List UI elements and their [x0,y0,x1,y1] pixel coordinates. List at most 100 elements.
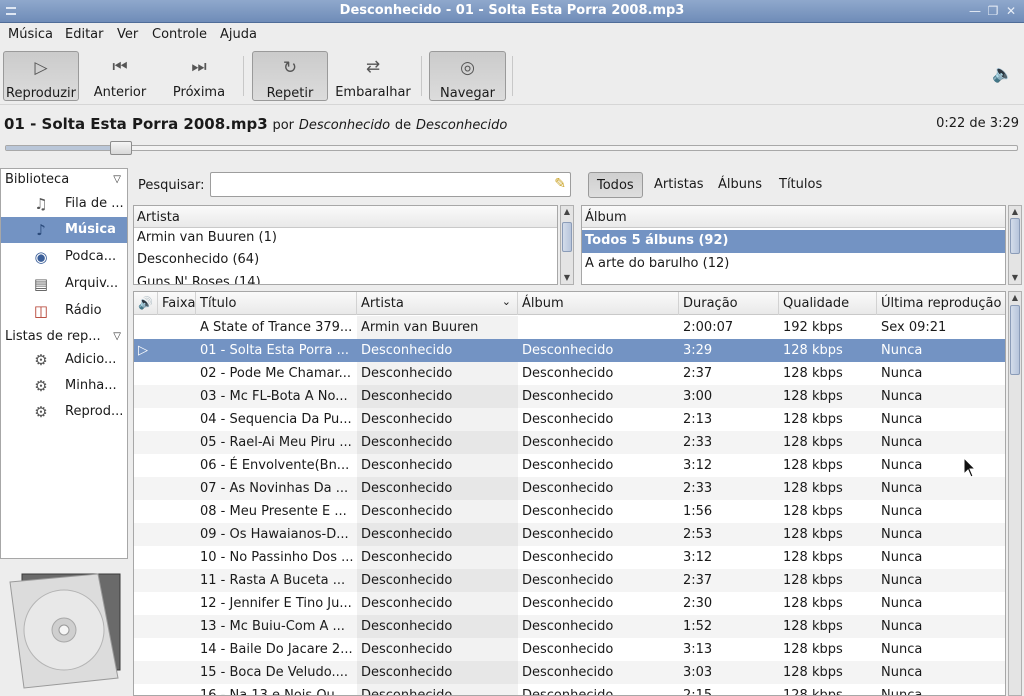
album-row[interactable]: Todos 5 álbuns (92) [582,230,1005,253]
play-button[interactable]: ▷ Reproduzir [3,51,79,101]
playing-indicator-cell [134,546,158,569]
album-row[interactable]: A arte do barulho (12) [582,253,1005,276]
track-row[interactable]: 04 - Sequencia Da Pu... Desconhecido Desco… [134,408,1005,431]
scroll-up-icon[interactable]: ▲ [1009,292,1021,304]
quality-cell: 128 kbps [783,688,843,696]
column-header-album[interactable]: Álbum [518,292,679,315]
artist-row[interactable]: Armin van Buuren (1) [134,227,557,250]
shuffle-button[interactable]: ⇄ Embaralhar [333,51,413,101]
artist-row[interactable]: Guns N' Roses (14) [134,272,557,284]
album-scrollbar[interactable]: ▲ ▼ [1008,205,1022,285]
next-button[interactable]: ⏭ Próxima [164,51,234,101]
track-row[interactable]: 11 - Rasta A Buceta ... Desconhecido Desco… [134,569,1005,592]
column-header-artist[interactable]: Artista ⌄ [357,292,518,315]
scroll-thumb[interactable] [562,222,572,252]
track-row[interactable]: 05 - Rael-Ai Meu Piru ... Desconhecido Des… [134,431,1005,454]
minimize-icon[interactable]: — [968,4,982,18]
scroll-thumb[interactable] [1010,305,1020,375]
sidebar-item-label: Minha... [65,378,117,393]
track-number-cell [158,454,196,477]
repeat-button[interactable]: ↻ Repetir [252,51,328,101]
duration-cell: 2:37 [683,573,713,588]
sidebar-playlist-item[interactable]: ⚙ Adicio... [1,347,127,373]
column-header-track[interactable]: Faixa [158,292,196,315]
now-playing-album: Desconhecido [415,118,508,133]
sidebar-item-music[interactable]: ♪ Música [1,217,127,243]
playing-column-header[interactable]: 🔊 [134,292,158,315]
close-icon[interactable]: ✕ [1004,4,1018,18]
column-header-title[interactable]: Título [196,292,357,315]
speaker-icon: 🔊 [138,296,153,310]
column-header-quality[interactable]: Qualidade [779,292,877,315]
scroll-down-icon[interactable]: ▼ [1009,272,1021,284]
browse-button[interactable]: ◎ Navegar [429,51,506,101]
track-number-cell [158,684,196,695]
track-row[interactable]: 16 - Na 13 e Nois Qu... Desconhecido Desco… [134,684,1005,696]
menu-musica[interactable]: Música [8,27,53,42]
filter-all[interactable]: Todos [588,172,643,198]
track-row[interactable]: 13 - Mc Buiu-Com A ... Desconhecido Descon… [134,615,1005,638]
track-row[interactable]: 03 - Mc FL-Bota A No... Desconhecido Desco… [134,385,1005,408]
search-input[interactable]: ✎ [210,172,571,197]
duration-cell: 3:13 [683,642,713,657]
track-scrollbar[interactable]: ▲ [1008,291,1022,696]
playing-indicator-cell [134,477,158,500]
scroll-up-icon[interactable]: ▲ [561,206,573,218]
music-note-icon: ♪ [36,221,46,239]
album-row[interactable]: ... [582,276,1005,284]
filter-artists[interactable]: Artistas [646,172,712,198]
duration-cell: 2:33 [683,481,713,496]
library-header[interactable]: Biblioteca [5,172,69,187]
clear-search-icon[interactable]: ✎ [554,176,566,192]
menu-ajuda[interactable]: Ajuda [220,27,257,42]
track-row[interactable]: 14 - Baile Do Jacare 2... Desconhecido Des… [134,638,1005,661]
track-row[interactable]: 02 - Pode Me Chamar... Desconhecido Descon… [134,362,1005,385]
sidebar-item-radio[interactable]: ◫ Rádio [1,298,127,324]
maximize-icon[interactable]: ❐ [986,4,1000,18]
track-row[interactable]: A State of Trance 379... Armin van Buuren… [134,316,1005,339]
volume-icon[interactable]: 🔈 [992,64,1013,84]
playlists-header[interactable]: Listas de rep... [5,329,101,344]
track-row[interactable]: 09 - Os Hawaianos-D... Desconhecido Descon… [134,523,1005,546]
artist-column-header[interactable]: Artista [134,206,557,228]
chevron-down-icon[interactable]: ▽ [113,331,121,342]
track-number-cell [158,500,196,523]
track-number-cell [158,431,196,454]
sidebar-item-podcasts[interactable]: ◉ Podca... [1,244,127,270]
track-row[interactable]: 10 - No Passinho Dos ... Desconhecido Desc… [134,546,1005,569]
track-row[interactable]: 08 - Meu Presente E ... Desconhecido Desco… [134,500,1005,523]
sidebar-item-archive[interactable]: ▤ Arquiv... [1,271,127,297]
track-row[interactable]: 07 - As Novinhas Da ... Desconhecido Desco… [134,477,1005,500]
sidebar-item-queue[interactable]: ♫ Fila de ... [1,191,127,217]
artist-row[interactable]: Desconhecido (64) [134,249,557,272]
column-header-last-played[interactable]: Última reprodução [877,292,1005,315]
sidebar-playlist-item[interactable]: ⚙ Minha... [1,373,127,399]
previous-button[interactable]: ⏮ Anterior [84,51,156,101]
seek-bar[interactable] [5,141,1018,155]
track-row[interactable]: 12 - Jennifer E Tino Ju... Desconhecido De… [134,592,1005,615]
playing-indicator-cell [134,362,158,385]
duration-cell: 2:13 [683,412,713,427]
scroll-down-icon[interactable]: ▼ [561,272,573,284]
title-cell: 13 - Mc Buiu-Com A ... [200,619,345,634]
track-row[interactable]: 15 - Boca De Veludo.... Desconhecido Desco… [134,661,1005,684]
scroll-up-icon[interactable]: ▲ [1009,206,1021,218]
menu-ver[interactable]: Ver [117,27,138,42]
seek-handle[interactable] [110,141,133,155]
menu-editar[interactable]: Editar [65,27,104,42]
playing-indicator-cell [134,500,158,523]
scroll-thumb[interactable] [1010,218,1020,254]
sidebar-playlist-item[interactable]: ⚙ Reprod... [1,399,127,425]
browse-discs-icon: ◎ [460,58,475,78]
quality-cell: 128 kbps [783,527,843,542]
track-row[interactable]: 06 - É Envolvente(Bn... Desconhecido Desco… [134,454,1005,477]
track-row[interactable]: ▷ 01 - Solta Esta Porra ... Desconhecido De… [134,339,1005,362]
column-header-duration[interactable]: Duração [679,292,779,315]
artist-scrollbar[interactable]: ▲ ▼ [560,205,574,285]
album-column-header[interactable]: Álbum [582,206,1005,228]
menu-controle[interactable]: Controle [152,27,207,42]
filter-titles[interactable]: Títulos [771,172,830,198]
filter-albums[interactable]: Álbuns [710,172,770,198]
chevron-down-icon[interactable]: ▽ [113,174,121,185]
quality-cell: 128 kbps [783,481,843,496]
